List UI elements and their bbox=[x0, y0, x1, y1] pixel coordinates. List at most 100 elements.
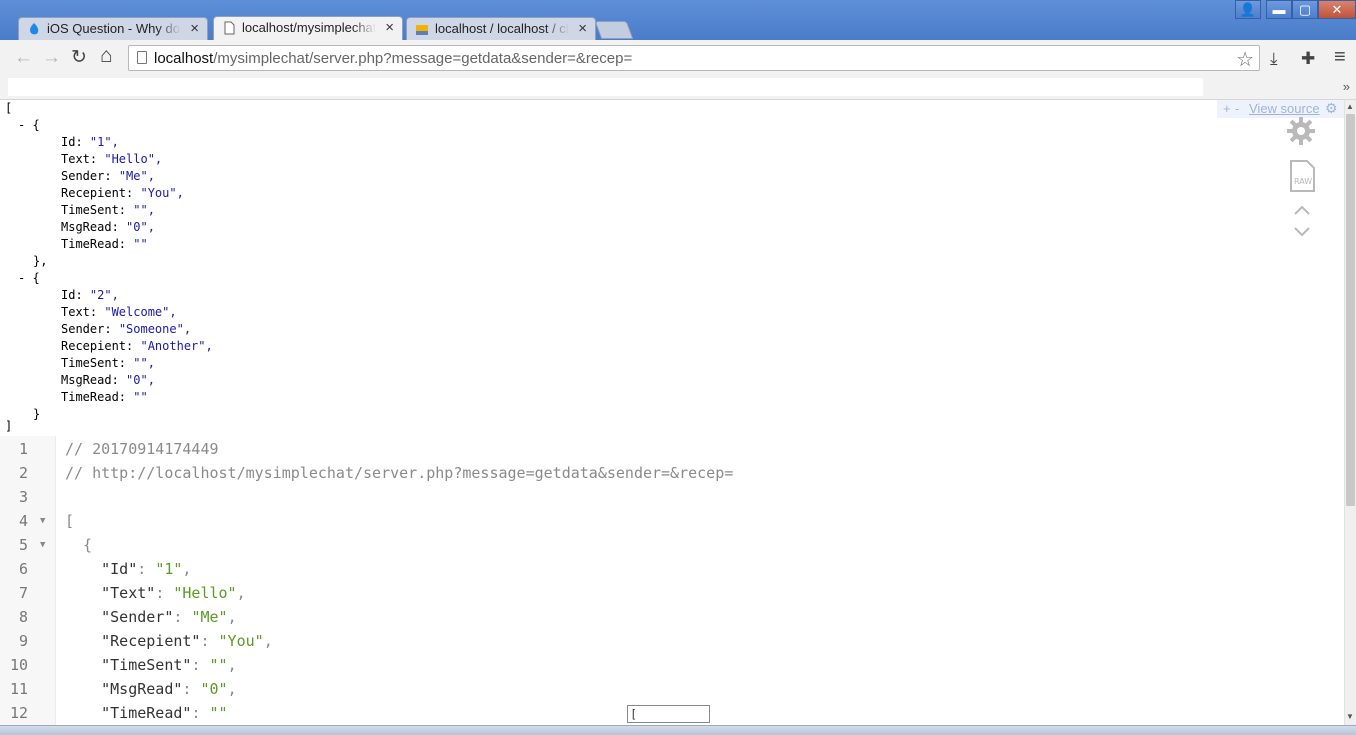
download-icon[interactable]: ⤓ bbox=[1270, 49, 1278, 69]
json-value: "Welcome", bbox=[104, 305, 177, 319]
fold-toggle-icon[interactable]: ▼ bbox=[40, 509, 45, 533]
code-value: "You" bbox=[218, 632, 264, 650]
gear-small-icon[interactable]: ⚙ bbox=[1325, 100, 1338, 117]
view-source-link[interactable]: View source bbox=[1249, 101, 1320, 116]
maximize-button[interactable]: ▢ bbox=[1292, 0, 1318, 19]
json-key: Id bbox=[61, 288, 76, 302]
scroll-down-icon[interactable]: ▼ bbox=[1346, 712, 1354, 721]
record-close: }, bbox=[33, 254, 48, 268]
json-key: TimeSent bbox=[61, 203, 119, 217]
line-number: 6 bbox=[18, 560, 28, 578]
record-open[interactable]: - { bbox=[18, 117, 40, 134]
scrollbar-thumb[interactable] bbox=[1346, 114, 1355, 506]
new-tab-button[interactable] bbox=[594, 21, 634, 39]
address-bar[interactable]: localhost/mysimplechat/server.php?messag… bbox=[128, 45, 1260, 71]
json-value: "" bbox=[133, 390, 148, 404]
code-text: "Sender": "Me", bbox=[101, 608, 237, 626]
tab-server-php[interactable]: localhost/mysimplechat/se × bbox=[213, 16, 403, 40]
line-number: 8 bbox=[18, 608, 28, 626]
back-button[interactable]: ← bbox=[14, 48, 33, 68]
fold-toggle-icon[interactable]: ▼ bbox=[40, 533, 45, 557]
json-field: Sender: "Someone", bbox=[61, 322, 192, 336]
json-key: TimeRead bbox=[61, 237, 119, 251]
json-key: Sender bbox=[61, 169, 105, 183]
json-value: "1", bbox=[89, 135, 119, 149]
code-line: 5 ▼ { bbox=[0, 533, 1344, 557]
code-text: "MsgRead": "0", bbox=[101, 680, 237, 698]
expand-collapse-icon[interactable] bbox=[1293, 204, 1311, 238]
code-key: "Sender" bbox=[101, 608, 174, 626]
expand-all-button[interactable]: + bbox=[1223, 101, 1231, 116]
forward-button[interactable]: → bbox=[42, 48, 61, 68]
page-icon bbox=[224, 21, 235, 35]
collapse-all-button[interactable]: - bbox=[1235, 101, 1239, 116]
browser-toolbar: ← → ↻ ⌂ localhost/mysimplechat/server.ph… bbox=[0, 40, 1356, 78]
tab-label: iOS Question - Why does I bbox=[47, 18, 181, 40]
code-text: // http://localhost/mysimplechat/server.… bbox=[65, 464, 734, 482]
view-source-bar: + - View source ⚙ bbox=[1217, 100, 1344, 118]
code-key: "TimeRead" bbox=[101, 704, 192, 722]
line-number: 10 bbox=[9, 656, 28, 674]
close-bracket: ] bbox=[5, 419, 13, 433]
code-line: 8 "Sender": "Me", bbox=[0, 605, 1344, 629]
json-key: Sender bbox=[61, 322, 105, 336]
user-profile-button[interactable]: 👤 bbox=[1235, 0, 1261, 19]
bookmark-star-icon[interactable]: ☆ bbox=[1236, 47, 1254, 72]
minimize-button[interactable]: ▬ bbox=[1266, 0, 1292, 19]
raw-view-icon[interactable]: RAW bbox=[1288, 160, 1316, 192]
json-value: "You", bbox=[140, 186, 184, 200]
json-value: "0", bbox=[126, 373, 155, 387]
code-key: "Recepient" bbox=[101, 632, 201, 650]
code-value: "0" bbox=[200, 680, 228, 698]
json-key: Recepient bbox=[61, 186, 127, 200]
json-field: Id: "2", bbox=[61, 288, 119, 302]
close-window-button[interactable]: ✕ bbox=[1318, 0, 1356, 19]
code-key: "MsgRead" bbox=[101, 680, 183, 698]
menu-icon[interactable]: ≡ bbox=[1334, 46, 1346, 69]
line-number: 7 bbox=[18, 584, 28, 602]
settings-gear-icon[interactable] bbox=[1286, 116, 1316, 146]
tab-close-icon[interactable]: × bbox=[578, 18, 587, 40]
tab-close-icon[interactable]: × bbox=[190, 18, 199, 40]
vertical-scrollbar[interactable]: ▲ ▼ bbox=[1344, 100, 1356, 725]
json-value: "Someone", bbox=[118, 322, 192, 336]
json-key: TimeSent bbox=[61, 356, 119, 370]
json-field: Recepient: "Another", bbox=[61, 339, 213, 353]
json-key: Id bbox=[61, 135, 76, 149]
line-number: 3 bbox=[18, 488, 28, 506]
json-key: Text bbox=[61, 152, 90, 166]
json-field: Text: "Welcome", bbox=[61, 305, 177, 319]
code-value: "" bbox=[209, 704, 228, 722]
code-value: "" bbox=[209, 656, 228, 674]
url-text[interactable]: localhost/mysimplechat/server.php?messag… bbox=[154, 50, 632, 67]
json-value: "Hello", bbox=[104, 152, 163, 166]
tab-label: localhost / localhost / chat bbox=[435, 18, 569, 40]
code-key: "TimeSent" bbox=[101, 656, 192, 674]
open-bracket: [ bbox=[5, 101, 13, 115]
line-number: 2 bbox=[18, 464, 28, 482]
bookmarks-more-icon[interactable]: » bbox=[1343, 79, 1350, 94]
home-button[interactable]: ⌂ bbox=[100, 45, 113, 66]
code-text: "Recepient": "You", bbox=[101, 632, 273, 650]
record-open[interactable]: - { bbox=[18, 270, 40, 287]
scroll-up-icon[interactable]: ▲ bbox=[1346, 102, 1354, 111]
json-value: "0", bbox=[126, 220, 155, 234]
json-key: MsgRead bbox=[61, 373, 112, 387]
json-field: Recepient: "You", bbox=[61, 186, 184, 200]
bookmarks-area bbox=[8, 78, 1203, 96]
bookmarks-bar: » bbox=[0, 77, 1356, 100]
code-value: "Hello" bbox=[173, 584, 237, 602]
page-info-icon[interactable] bbox=[137, 51, 147, 64]
code-line: 6 "Id": "1", bbox=[0, 557, 1344, 581]
json-value: "", bbox=[133, 203, 155, 217]
json-field: TimeRead: "" bbox=[61, 390, 148, 404]
svg-text:RAW: RAW bbox=[1294, 177, 1312, 186]
code-line: 11 "MsgRead": "0", bbox=[0, 677, 1344, 701]
code-line: 10 "TimeSent": "", bbox=[0, 653, 1344, 677]
tab-phpmyadmin[interactable]: localhost / localhost / chat × bbox=[406, 17, 596, 40]
extensions-icon[interactable]: ✚ bbox=[1301, 49, 1315, 69]
tab-ios-question[interactable]: iOS Question - Why does I × bbox=[18, 17, 208, 40]
tab-close-icon[interactable]: × bbox=[385, 17, 394, 39]
reload-button[interactable]: ↻ bbox=[71, 48, 87, 68]
json-key: TimeRead bbox=[61, 390, 119, 404]
